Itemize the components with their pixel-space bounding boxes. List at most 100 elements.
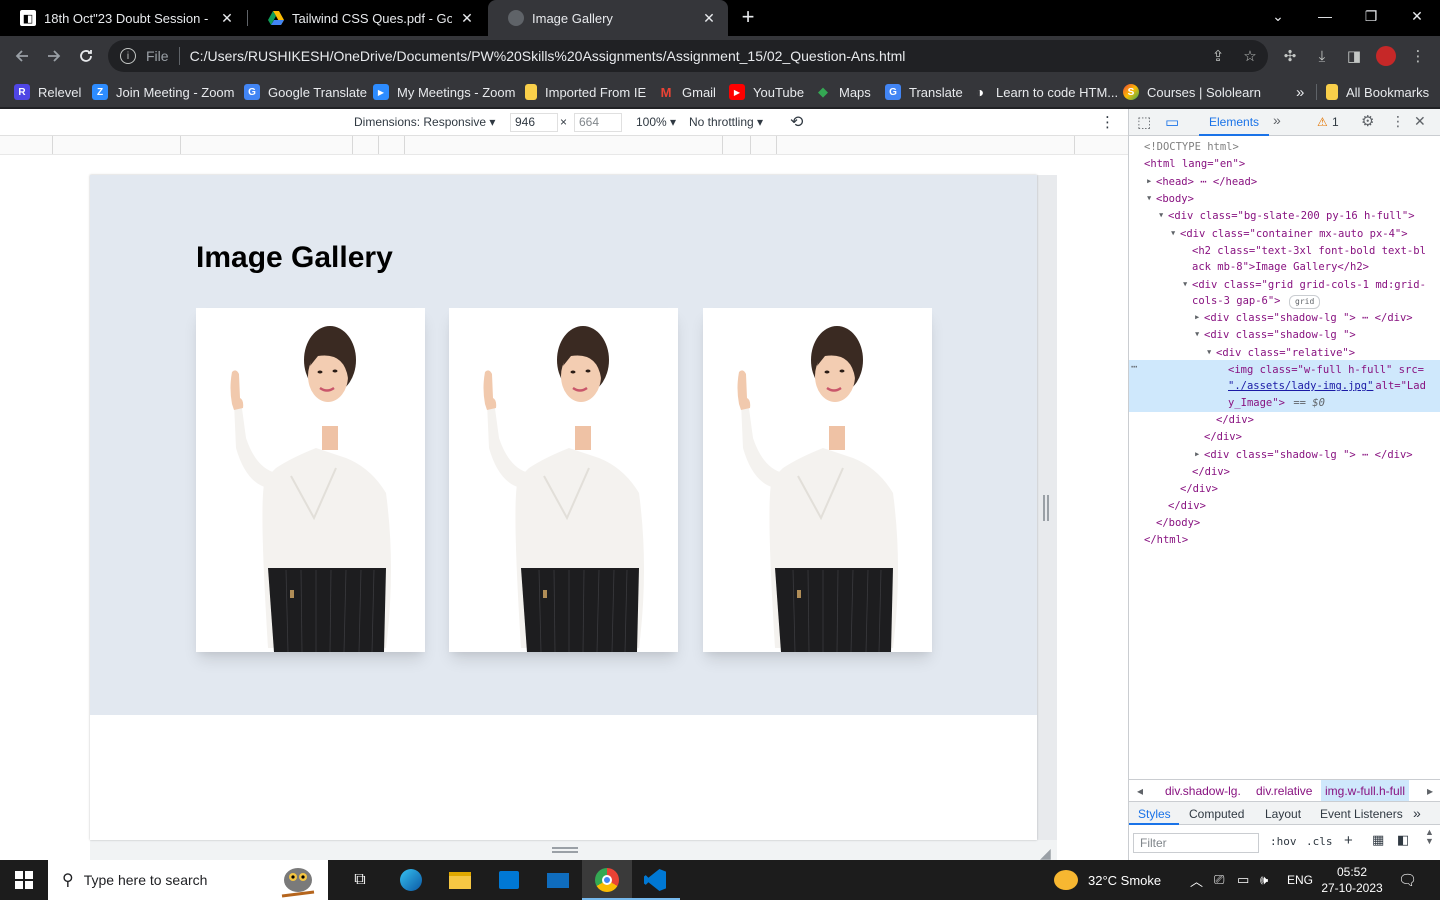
styles-filter-input[interactable]: Filter: [1133, 833, 1259, 853]
device-height-input[interactable]: 664: [574, 113, 622, 132]
side-panel-icon[interactable]: ◨: [1342, 44, 1366, 68]
dom-line[interactable]: </div>: [1168, 498, 1206, 515]
share-icon[interactable]: ⇪: [1206, 44, 1230, 68]
hov-toggle[interactable]: :hov: [1270, 835, 1297, 848]
restore-button[interactable]: ❐: [1348, 0, 1394, 32]
dom-line[interactable]: </div>: [1192, 464, 1230, 481]
breadcrumb-scroll-right-icon[interactable]: ▸: [1427, 784, 1433, 798]
dom-line[interactable]: cols-3 gap-6">: [1192, 293, 1281, 310]
rotate-icon[interactable]: ⟲: [790, 112, 803, 132]
zoom-dropdown[interactable]: 100% ▾: [636, 115, 676, 129]
tab-layout[interactable]: Layout: [1265, 807, 1301, 821]
url-text[interactable]: C:/Users/RUSHIKESH/OneDrive/Documents/PW…: [190, 48, 906, 64]
dom-line[interactable]: </div>: [1204, 429, 1242, 446]
collapse-triangle-icon[interactable]: ▾: [1182, 276, 1188, 293]
collapse-triangle-icon[interactable]: ▾: [1146, 190, 1152, 207]
meet-now-icon[interactable]: ⎚: [1214, 860, 1224, 900]
dom-line[interactable]: <body>: [1156, 191, 1194, 208]
dom-line-selected[interactable]: <img class="w-full h-full" src=: [1228, 362, 1424, 379]
bookmark-star-icon[interactable]: ☆: [1238, 44, 1262, 68]
devtools-menu-kebab-icon[interactable]: ⋮: [1391, 113, 1405, 130]
dom-line[interactable]: <div class="grid grid-cols-1 md:grid-: [1192, 277, 1426, 294]
tab-close-icon[interactable]: ✕: [700, 10, 718, 27]
avatar[interactable]: [1374, 44, 1398, 68]
height-resize-handle[interactable]: [552, 847, 578, 853]
notifications-icon[interactable]: 🗨: [1398, 860, 1417, 900]
collapse-triangle-icon[interactable]: ▾: [1170, 225, 1176, 242]
bookmark-youtube[interactable]: ▶ YouTube: [729, 82, 804, 102]
paint-brush-icon[interactable]: ▦: [1372, 832, 1384, 848]
address-bar[interactable]: i File C:/Users/RUSHIKESH/OneDrive/Docum…: [108, 40, 1268, 72]
network-icon[interactable]: ▭: [1237, 860, 1249, 900]
dom-line-selected[interactable]: y_Image">: [1228, 395, 1285, 412]
bookmark-join-meeting-zoom[interactable]: Z Join Meeting - Zoom: [92, 82, 235, 102]
dom-line[interactable]: </body>: [1156, 515, 1200, 532]
extensions-icon[interactable]: ✣: [1278, 44, 1302, 68]
breadcrumb-item[interactable]: div.relative: [1256, 784, 1312, 798]
bookmarks-overflow-button[interactable]: »: [1296, 82, 1304, 102]
bookmark-imported-from-ie[interactable]: Imported From IE: [525, 82, 646, 102]
dom-line[interactable]: </div>: [1180, 481, 1218, 498]
weather-widget[interactable]: 32°C Smoke: [1054, 860, 1161, 900]
edge-icon[interactable]: [397, 866, 425, 894]
tab-event-listeners[interactable]: Event Listeners: [1320, 807, 1403, 821]
tab-elements[interactable]: Elements: [1199, 109, 1270, 136]
grid-badge[interactable]: grid: [1289, 295, 1321, 309]
more-tabs-button[interactable]: »: [1273, 112, 1281, 128]
reload-button[interactable]: [74, 44, 98, 68]
clock[interactable]: 05:52 27-10-2023: [1321, 860, 1382, 900]
breadcrumb-scroll-left-icon[interactable]: ◂: [1137, 784, 1143, 798]
breadcrumb-item-selected[interactable]: img.w-full.h-full: [1321, 780, 1410, 802]
show-hidden-icons-chevron-icon[interactable]: ︿: [1190, 860, 1203, 900]
dimensions-dropdown[interactable]: Dimensions: Responsive ▾: [354, 115, 495, 129]
tab-image-gallery[interactable]: Image Gallery ✕: [488, 0, 728, 36]
tab-doubt-session[interactable]: ◧ 18th Oct"23 Doubt Session - Ful ✕: [0, 0, 246, 36]
tab-tailwind-pdf[interactable]: Tailwind CSS Ques.pdf - Google ✕: [248, 0, 486, 36]
dom-line[interactable]: <div class="bg-slate-200 py-16 h-full">: [1168, 208, 1415, 225]
bookmark-learn-to-code[interactable]: ◑ Learn to code HTM...: [972, 82, 1118, 102]
microsoft-store-icon[interactable]: [495, 866, 523, 894]
bookmark-gmail[interactable]: M Gmail: [658, 82, 716, 102]
close-devtools-icon[interactable]: ✕: [1414, 113, 1426, 130]
info-icon[interactable]: i: [120, 48, 136, 64]
dom-tree[interactable]: <!DOCTYPE html> <html lang="en"> ▸ <head…: [1129, 137, 1440, 777]
mail-icon[interactable]: [544, 866, 572, 894]
breadcrumb-item[interactable]: div.shadow-lg.: [1165, 784, 1241, 798]
dom-line[interactable]: </html>: [1144, 532, 1188, 549]
windows-start-icon[interactable]: [10, 866, 38, 894]
tab-styles[interactable]: Styles: [1138, 807, 1171, 821]
expand-triangle-icon[interactable]: ▸: [1194, 309, 1200, 326]
bookmark-my-meetings-zoom[interactable]: ▶ My Meetings - Zoom: [373, 82, 515, 102]
volume-icon[interactable]: 🕪: [1260, 860, 1268, 900]
all-bookmarks-button[interactable]: All Bookmarks: [1326, 82, 1429, 102]
dom-line[interactable]: </div>: [1216, 412, 1254, 429]
add-rule-icon[interactable]: +: [1344, 832, 1353, 849]
tab-computed[interactable]: Computed: [1189, 807, 1244, 821]
bookmark-google-translate[interactable]: G Google Translate: [244, 82, 367, 102]
dom-line[interactable]: <html lang="en">: [1144, 156, 1245, 173]
dom-line[interactable]: <div class="relative">: [1216, 345, 1355, 362]
expand-triangle-icon[interactable]: ▸: [1146, 173, 1152, 190]
back-button[interactable]: [10, 44, 34, 68]
taskbar-search[interactable]: ⚲ Type here to search: [48, 860, 328, 900]
close-window-button[interactable]: ✕: [1394, 0, 1440, 32]
dom-line-selected[interactable]: alt="Lad: [1369, 378, 1426, 395]
device-toggle-icon[interactable]: ▭: [1165, 113, 1179, 131]
vscode-icon[interactable]: [641, 866, 669, 894]
collapse-triangle-icon[interactable]: ▾: [1158, 207, 1164, 224]
dom-line[interactable]: <!DOCTYPE html>: [1144, 139, 1239, 156]
throttling-dropdown[interactable]: No throttling ▾: [689, 115, 763, 129]
toggle-sidebar-icon[interactable]: ◧: [1397, 832, 1409, 848]
forward-button[interactable]: [42, 44, 66, 68]
warning-count[interactable]: 1: [1332, 115, 1339, 129]
node-options-ellipsis[interactable]: ⋯: [1131, 359, 1137, 376]
bookmark-sololearn[interactable]: S Courses | Sololearn: [1123, 82, 1261, 102]
download-icon[interactable]: ⤓: [1310, 44, 1334, 68]
dom-line[interactable]: ack mb-8">Image Gallery</h2>: [1192, 259, 1369, 276]
settings-gear-icon[interactable]: ⚙: [1361, 112, 1374, 130]
file-explorer-icon[interactable]: [446, 866, 474, 894]
tab-close-icon[interactable]: ✕: [458, 10, 476, 27]
device-options-kebab-icon[interactable]: ⋮: [1100, 113, 1115, 131]
input-language[interactable]: ENG: [1287, 860, 1313, 900]
scroll-arrows-icon[interactable]: ▲ ▼: [1425, 828, 1434, 846]
